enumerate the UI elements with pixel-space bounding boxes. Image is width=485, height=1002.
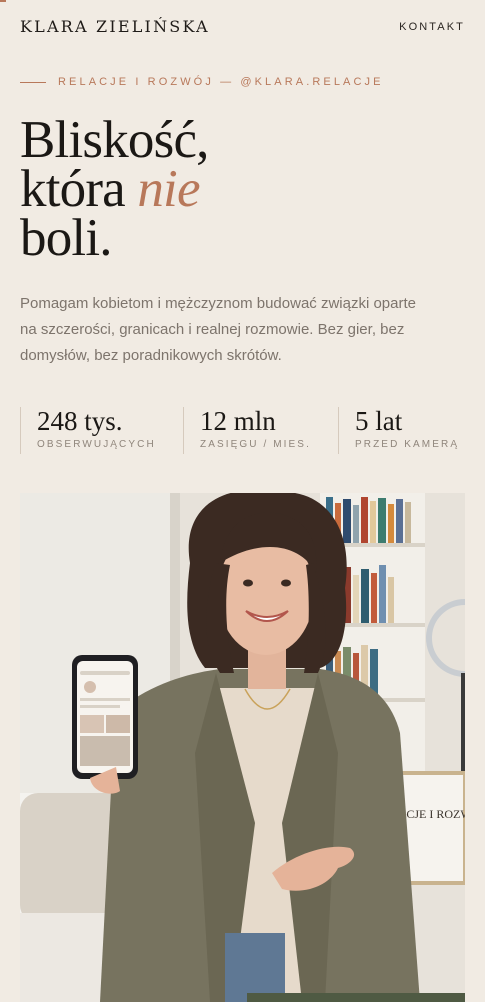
stat-label: OBSERWUJĄCYCH — [37, 439, 156, 450]
stat-followers: 248 tys. OBSERWUJĄCYCH — [20, 407, 183, 454]
stat-label: PRZED KAMERĄ — [355, 439, 460, 450]
stat-label: ZASIĘGU / MIES. — [200, 439, 311, 450]
hero-line-3: boli. — [20, 209, 113, 267]
cta-button-edge[interactable] — [247, 993, 465, 1002]
hero-accent-word: nie — [137, 160, 200, 218]
hero-heading: Bliskość, która nie boli. — [20, 114, 209, 265]
top-bar: KLARA ZIELIŃSKA KONTAKT — [20, 17, 465, 36]
stat-value: 12 mln — [200, 406, 276, 436]
jeans — [225, 933, 285, 1002]
brand-name[interactable]: KLARA ZIELIŃSKA — [20, 17, 210, 36]
portrait-illustration: RELACJE I ROZWÓJ — [20, 493, 465, 1002]
hero-photo: RELACJE I ROZWÓJ — [20, 493, 465, 1002]
phone-mockup — [72, 655, 138, 779]
stats-row: 248 tys. OBSERWUJĄCYCH 12 mln ZASIĘGU / … — [20, 407, 467, 454]
lead-paragraph: Pomagam kobietom i mężczyznom budować zw… — [20, 295, 416, 364]
stat-years: 5 lat PRZED KAMERĄ — [338, 407, 467, 454]
stat-reach: 12 mln ZASIĘGU / MIES. — [183, 407, 338, 454]
eyebrow-text: RELACJE I ROZWÓJ — @KLARA.RELACJE — [58, 76, 384, 88]
eye-right — [281, 579, 291, 587]
eyebrow: RELACJE I ROZWÓJ — @KLARA.RELACJE — [20, 76, 384, 88]
stat-value: 5 lat — [355, 406, 403, 436]
stat-value: 248 tys. — [37, 406, 123, 436]
contact-link[interactable]: KONTAKT — [399, 21, 465, 33]
top-accent-line — [0, 0, 6, 2]
eye-left — [243, 579, 253, 587]
eyebrow-rule — [20, 81, 46, 83]
